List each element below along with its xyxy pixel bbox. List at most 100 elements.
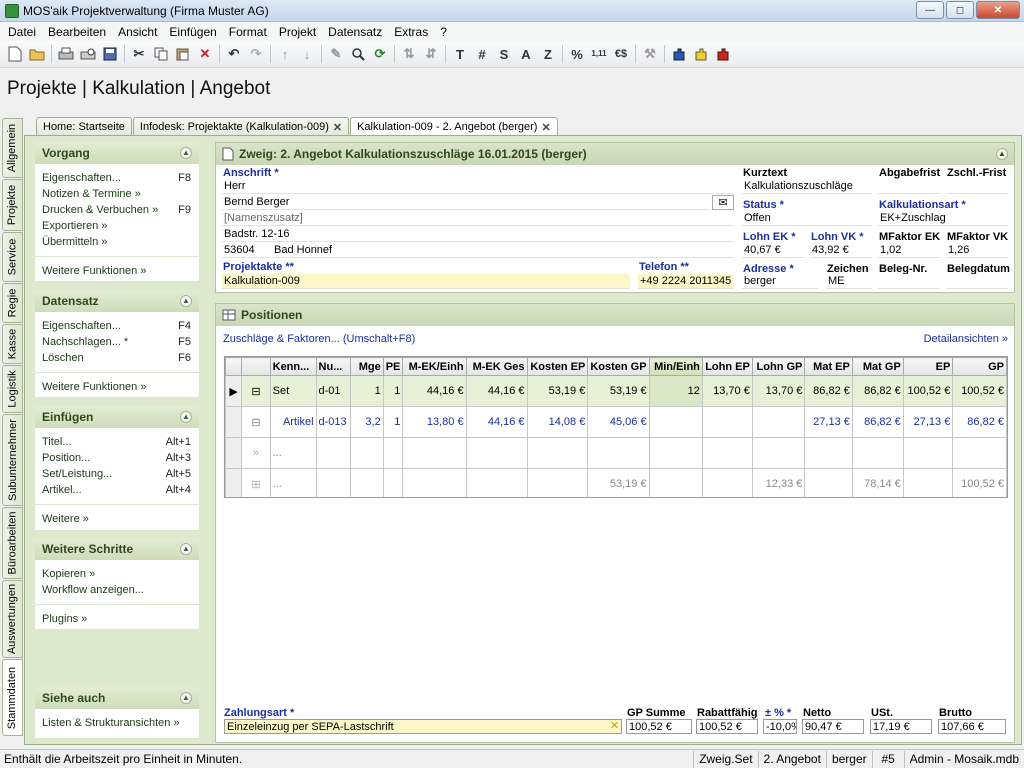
close-tab-icon[interactable]: ✕ <box>333 121 342 134</box>
col-mat-gp[interactable]: Mat GP <box>851 357 904 376</box>
address-book-icon[interactable]: ✉ <box>712 195 734 210</box>
kurztext-field[interactable]: Kalkulationszuschläge <box>742 179 872 194</box>
col-lohn-gp[interactable]: Lohn GP <box>751 357 806 376</box>
text-format-icon[interactable]: T <box>449 43 471 65</box>
siehe-listen[interactable]: Listen & Strukturansichten » <box>35 715 199 731</box>
zeichen-field[interactable]: ME <box>826 274 872 289</box>
menu-datei[interactable]: Datei <box>2 25 42 39</box>
brutto-field[interactable]: 107,66 € <box>938 719 1006 734</box>
menu-extras[interactable]: Extras <box>388 25 434 39</box>
city-field[interactable]: Bad Honnef <box>272 243 734 258</box>
save-icon[interactable] <box>99 43 121 65</box>
col-ep[interactable]: EP <box>902 357 954 376</box>
percent-icon[interactable]: % <box>566 43 588 65</box>
new-icon[interactable] <box>4 43 26 65</box>
col-nummer[interactable]: Nu... <box>315 357 352 376</box>
namenszusatz-field[interactable]: [Namenszusatz] <box>222 211 734 226</box>
side-tab-bueroarbeiten[interactable]: Büroarbeiten <box>2 507 23 579</box>
col-min-einh[interactable]: Min/Einh <box>648 357 703 376</box>
move-down-icon[interactable]: ↓ <box>296 43 318 65</box>
section-header[interactable]: Weitere Schritte ▲ <box>35 538 199 560</box>
section-header[interactable]: Einfügen ▲ <box>35 406 199 428</box>
belegdatum-field[interactable] <box>946 274 1008 289</box>
telefon-field[interactable]: +49 2224 2011345 <box>638 274 734 289</box>
rabatt-prozent-field[interactable]: -10,0% <box>763 719 797 734</box>
paste-icon[interactable] <box>172 43 194 65</box>
einfuegen-titel[interactable]: Titel... Alt+1 <box>35 434 199 450</box>
sort-desc-icon[interactable]: ⇵ <box>420 43 442 65</box>
status-field[interactable]: Offen <box>742 211 872 226</box>
einfuegen-artikel[interactable]: Artikel... Alt+4 <box>35 482 199 498</box>
edit-icon[interactable]: ✎ <box>325 43 347 65</box>
new-row-icon[interactable]: » <box>241 437 271 469</box>
move-up-icon[interactable]: ↑ <box>274 43 296 65</box>
decimal-icon[interactable]: 1,11 <box>588 43 610 65</box>
print-preview-icon[interactable] <box>77 43 99 65</box>
doc-tab-home[interactable]: Home: Startseite <box>36 117 132 136</box>
find-icon[interactable] <box>347 43 369 65</box>
collapse-icon[interactable]: ▲ <box>180 411 192 423</box>
menu-format[interactable]: Format <box>223 25 273 39</box>
side-tab-projekte[interactable]: Projekte <box>2 179 23 231</box>
sum-row-icon[interactable]: ⊞ <box>241 468 271 497</box>
currency-icon[interactable]: €$ <box>610 43 632 65</box>
menu-projekt[interactable]: Projekt <box>273 25 322 39</box>
menu-ansicht[interactable]: Ansicht <box>112 25 163 39</box>
kalkart-field[interactable]: EK+Zuschlag <box>878 211 1008 226</box>
number-format-icon[interactable]: # <box>471 43 493 65</box>
col-kennung[interactable]: Kenn... <box>269 357 317 376</box>
plugin-blue-icon[interactable] <box>668 43 690 65</box>
side-tab-auswertungen[interactable]: Auswertungen <box>2 580 23 658</box>
a-format-icon[interactable]: A <box>515 43 537 65</box>
table-row[interactable]: ⊟ Artikel d-013 3,2 1 13,80 € 44,16 € 14… <box>225 406 1007 438</box>
vorgang-eigenschaften[interactable]: Eigenschaften... F8 <box>35 170 199 186</box>
collapse-icon[interactable]: ▲ <box>996 148 1008 160</box>
datensatz-weitere-funktionen[interactable]: Weitere Funktionen » <box>35 379 199 395</box>
projektakte-field[interactable]: Kalkulation-009 <box>222 274 630 289</box>
detailansichten-link[interactable]: Detailansichten » <box>924 333 1008 345</box>
open-icon[interactable] <box>26 43 48 65</box>
weitere-workflow[interactable]: Workflow anzeigen... <box>35 582 199 598</box>
col-mat-ep[interactable]: Mat EP <box>804 357 853 376</box>
cut-icon[interactable]: ✂ <box>128 43 150 65</box>
section-header[interactable]: Vorgang ▲ <box>35 142 199 164</box>
side-tab-subunternehmer[interactable]: Subunternehmer <box>2 414 23 506</box>
ust-field[interactable]: 17,19 € <box>870 719 932 734</box>
minimize-button[interactable]: — <box>916 1 944 19</box>
belegnr-field[interactable] <box>878 274 940 289</box>
col-mge[interactable]: Mge <box>350 357 384 376</box>
abgabefrist-field[interactable] <box>878 179 940 194</box>
col-lohn-ep[interactable]: Lohn EP <box>701 357 753 376</box>
refresh-icon[interactable]: ⟳ <box>369 43 391 65</box>
menu-help[interactable]: ? <box>434 25 453 39</box>
section-header[interactable]: Siehe auch ▲ <box>35 687 199 709</box>
delete-icon[interactable]: ✕ <box>194 43 216 65</box>
col-mek-ges[interactable]: M-EK Ges <box>465 357 528 376</box>
street-field[interactable]: Badstr. 12-16 <box>222 227 734 242</box>
section-header[interactable]: Datensatz ▲ <box>35 290 199 312</box>
einfuegen-position[interactable]: Position... Alt+3 <box>35 450 199 466</box>
zip-field[interactable]: 53604 <box>222 243 270 258</box>
side-tab-logistik[interactable]: Logistik <box>2 365 23 413</box>
collapse-icon[interactable]: ▲ <box>180 295 192 307</box>
side-tab-service[interactable]: Service <box>2 232 23 282</box>
vorgang-drucken[interactable]: Drucken & Verbuchen » F9 <box>35 202 199 218</box>
gp-summe-field[interactable]: 100,52 € <box>626 719 692 734</box>
adresse-field[interactable]: berger <box>742 274 818 289</box>
zschl-field[interactable] <box>946 179 1008 194</box>
rabattfaehig-field[interactable]: 100,52 € <box>696 719 758 734</box>
z-format-icon[interactable]: Z <box>537 43 559 65</box>
col-pe[interactable]: PE <box>382 357 404 376</box>
netto-field[interactable]: 90,47 € <box>802 719 864 734</box>
copy-icon[interactable] <box>150 43 172 65</box>
print-icon[interactable] <box>55 43 77 65</box>
menu-datensatz[interactable]: Datensatz <box>322 25 388 39</box>
doc-tab-infodesk[interactable]: Infodesk: Projektakte (Kalkulation-009) ✕ <box>132 117 350 136</box>
col-kosten-gp[interactable]: Kosten GP <box>587 357 650 376</box>
einfuegen-set[interactable]: Set/Leistung... Alt+5 <box>35 466 199 482</box>
menu-einfuegen[interactable]: Einfügen <box>163 25 222 39</box>
undo-icon[interactable]: ↶ <box>223 43 245 65</box>
mfvk-field[interactable]: 1,26 <box>946 243 1008 258</box>
mfek-field[interactable]: 1,02 <box>878 243 940 258</box>
col-gp[interactable]: GP <box>952 357 1007 376</box>
